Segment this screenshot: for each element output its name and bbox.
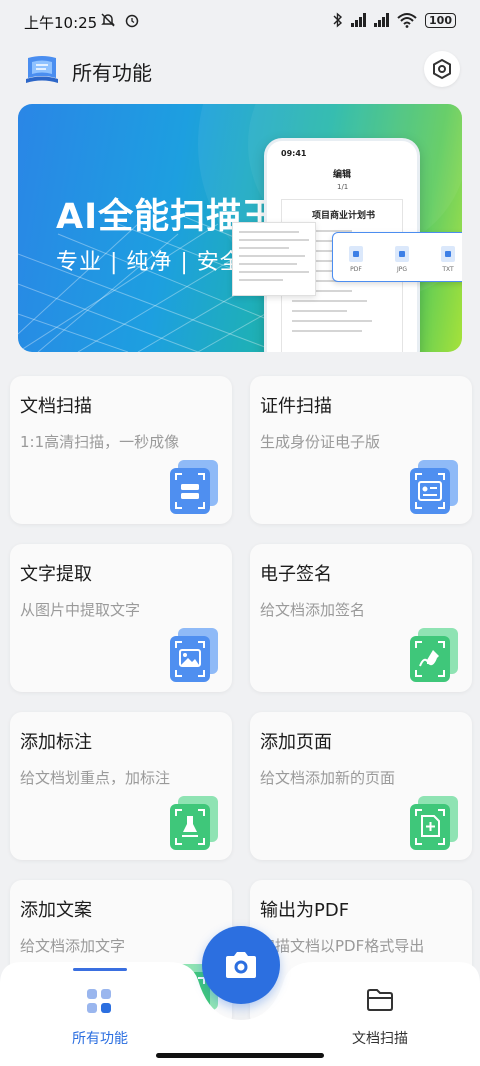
feature-card-document-scan[interactable]: 文档扫描 1:1高清扫描，一秒成像 [10, 376, 232, 524]
signal-icon [374, 13, 390, 27]
pdf-file-icon [349, 245, 363, 262]
bluetooth-icon [333, 12, 343, 28]
feature-description: 给文档添加文字 [20, 937, 126, 955]
page-title: 所有功能 [72, 61, 152, 85]
grid-icon [87, 989, 111, 1013]
settings-hexagon-icon [433, 58, 451, 80]
feature-description: 给文档添加新的页面 [260, 769, 396, 787]
side-document-thumbnail [232, 222, 316, 296]
header: 所有功能 [0, 48, 480, 92]
format-option: JPG [395, 245, 409, 273]
feature-title: 添加标注 [20, 732, 92, 753]
signal-icon [351, 13, 367, 27]
feature-card-id-scan[interactable]: 证件扫描 生成身份证电子版 [250, 376, 472, 524]
id-card-icon [410, 460, 458, 514]
txt-file-icon [441, 245, 455, 262]
document-scan-icon [170, 460, 218, 514]
feature-description: 从图片中提取文字 [20, 601, 141, 619]
nav-item-doc-scan[interactable]: 文档扫描 [320, 962, 480, 1052]
signature-icon [410, 628, 458, 682]
status-right-icons: 100 [333, 12, 456, 28]
nav-item-all-features[interactable]: 所有功能 [0, 962, 160, 1052]
highlighter-icon [170, 796, 218, 850]
image-text-icon [170, 628, 218, 682]
feature-description: 扫描文档以PDF格式导出 [260, 937, 425, 955]
status-left-icons [100, 12, 140, 28]
format-option: TXT [441, 245, 455, 273]
alarm-icon [125, 14, 139, 28]
format-options-card: PDF JPG TXT [332, 232, 462, 282]
battery-indicator: 100 [425, 12, 456, 28]
folder-icon [367, 989, 393, 1011]
feature-card-add-page[interactable]: 添加页面 给文档添加新的页面 [250, 712, 472, 860]
status-bar: 上午10:25 100 [0, 0, 480, 42]
feature-card-text-extract[interactable]: 文字提取 从图片中提取文字 [10, 544, 232, 692]
feature-title: 添加文案 [20, 900, 92, 921]
phone-page-indicator: 1/1 [337, 183, 349, 191]
settings-button[interactable] [424, 51, 460, 87]
camera-button[interactable] [202, 926, 280, 1004]
camera-icon [226, 952, 256, 978]
status-time: 上午10:25 [24, 14, 98, 32]
feature-card-e-signature[interactable]: 电子签名 给文档添加签名 [250, 544, 472, 692]
feature-title: 输出为PDF [260, 900, 350, 921]
format-option: PDF [349, 245, 363, 273]
feature-card-annotation[interactable]: 添加标注 给文档划重点，加标注 [10, 712, 232, 860]
promo-banner[interactable]: AI全能扫描王 专业 | 纯净 | 安全 09:41 编辑 1/1 项目商业计划… [18, 104, 462, 352]
nav-active-indicator [73, 968, 127, 971]
feature-title: 电子签名 [260, 564, 332, 585]
phone-time: 09:41 [281, 149, 307, 158]
feature-title: 证件扫描 [260, 396, 332, 417]
feature-description: 给文档划重点，加标注 [20, 769, 171, 787]
mute-bell-icon [101, 13, 115, 27]
feature-title: 文字提取 [20, 564, 92, 585]
phone-edit-label: 编辑 [333, 170, 352, 180]
add-page-icon [410, 796, 458, 850]
nav-label: 所有功能 [72, 1031, 128, 1047]
feature-description: 生成身份证电子版 [260, 433, 381, 451]
wifi-icon [397, 13, 417, 28]
doc-title: 项目商业计划书 [312, 211, 376, 221]
nav-label: 文档扫描 [352, 1031, 408, 1047]
home-indicator [156, 1053, 324, 1058]
feature-title: 文档扫描 [20, 396, 92, 417]
banner-subtitle: 专业 | 纯净 | 安全 [56, 250, 243, 275]
jpg-file-icon [395, 245, 409, 262]
app-logo-icon [26, 56, 58, 83]
feature-description: 1:1高清扫描，一秒成像 [20, 433, 180, 451]
feature-title: 添加页面 [260, 732, 332, 753]
feature-description: 给文档添加签名 [260, 601, 366, 619]
